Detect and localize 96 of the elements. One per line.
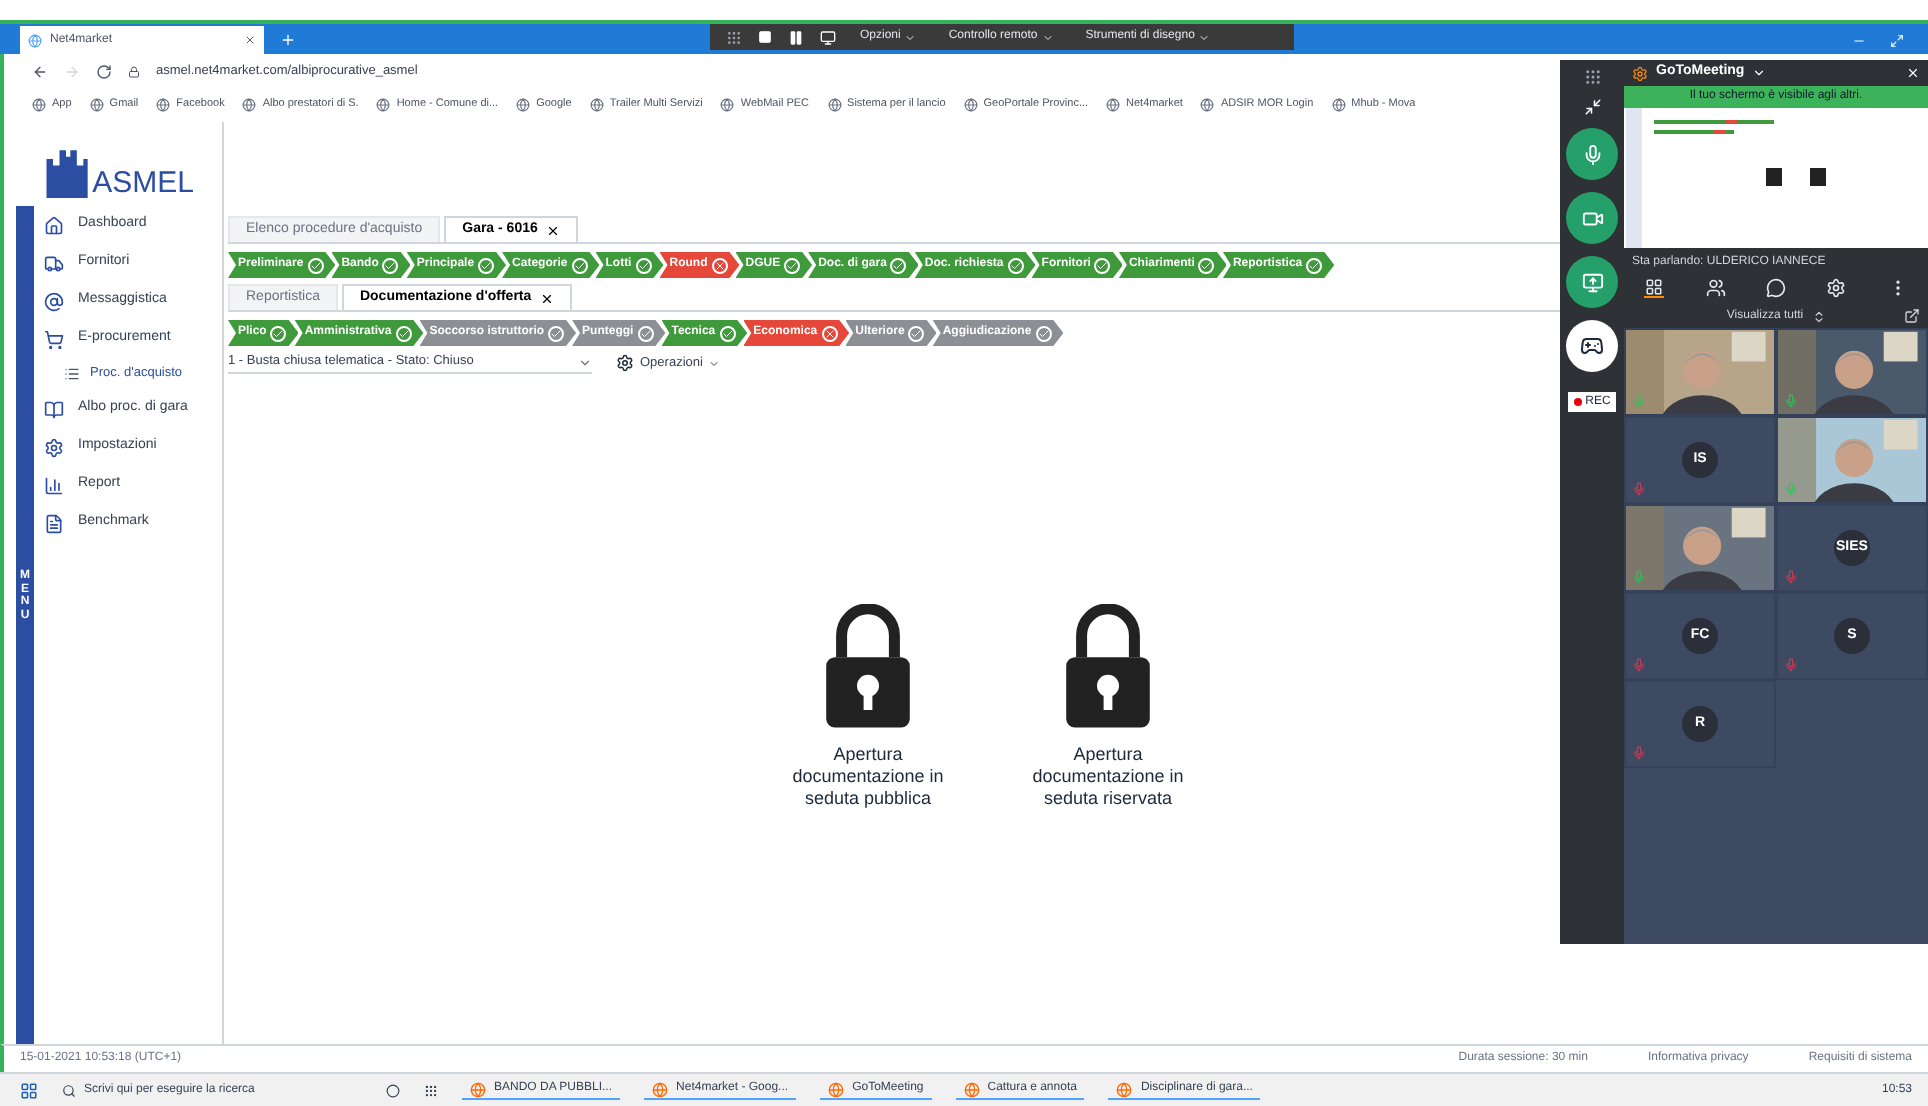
cross-icon <box>821 325 838 341</box>
globe-icon <box>516 98 531 112</box>
forward-icon <box>64 63 80 79</box>
globe-icon <box>242 98 257 112</box>
globe-icon <box>1106 98 1121 112</box>
logo-text: ASMEL <box>92 168 194 198</box>
check-icon <box>784 257 801 273</box>
check-icon <box>395 325 412 341</box>
search-icon <box>62 1083 76 1097</box>
close-icon <box>244 34 256 46</box>
globe-icon <box>156 98 171 112</box>
globe-icon <box>1200 98 1215 112</box>
check-icon <box>1306 257 1323 273</box>
settings-icon <box>1826 278 1847 298</box>
globe-icon <box>376 98 391 112</box>
check-icon <box>382 257 399 273</box>
list-icon <box>64 366 80 382</box>
cross-icon <box>711 257 728 273</box>
padlock-icon[interactable] <box>1064 604 1152 728</box>
globe-icon <box>32 98 46 112</box>
people-icon <box>1705 278 1726 298</box>
reload-icon <box>96 63 112 79</box>
task-view-icon <box>424 1083 438 1097</box>
at-sign-icon <box>44 291 64 311</box>
popout-icon <box>1904 308 1920 324</box>
start-icon <box>20 1081 38 1099</box>
collapse-icon <box>1583 98 1601 116</box>
caret-icon <box>904 31 917 43</box>
padlock-icon[interactable] <box>824 604 912 728</box>
check-icon <box>307 257 324 273</box>
new-tab-icon <box>280 32 296 48</box>
check-icon <box>908 325 925 341</box>
app-icon <box>1116 1081 1133 1097</box>
caret-icon <box>708 357 721 369</box>
lock-caption: Apertura documentazione in seduta pubblica <box>790 744 946 809</box>
close-icon <box>1906 66 1920 80</box>
camera-icon <box>1581 207 1603 229</box>
book-icon <box>44 399 64 419</box>
check-icon <box>571 257 588 273</box>
monitor-icon <box>820 29 836 45</box>
check-icon <box>719 325 736 341</box>
caret-icon <box>1041 31 1054 43</box>
check-icon <box>1094 257 1111 273</box>
grip-icon <box>726 29 742 45</box>
app-icon <box>470 1081 486 1097</box>
check-icon <box>270 325 287 341</box>
back-icon <box>32 63 48 79</box>
pause-icon <box>788 29 804 45</box>
app-icon <box>963 1081 980 1097</box>
close-icon <box>539 291 554 305</box>
globe-icon <box>720 98 735 112</box>
gear-icon <box>616 354 634 372</box>
home-icon <box>44 215 64 235</box>
meeting-control-button[interactable] <box>1566 320 1618 372</box>
document-icon <box>44 513 64 533</box>
check-icon <box>890 257 907 273</box>
grid-view-icon <box>1644 278 1665 298</box>
meeting-control-button[interactable] <box>1566 256 1618 308</box>
caret-icon <box>1198 31 1211 43</box>
screen-share-icon <box>1581 271 1603 293</box>
app-icon <box>828 1081 845 1097</box>
gear-icon <box>44 437 64 457</box>
lock-caption: Apertura documentazione in seduta riservata <box>1030 744 1186 809</box>
globe-icon <box>589 98 604 112</box>
globe-icon <box>827 98 842 112</box>
check-icon <box>635 257 652 273</box>
caret-icon <box>1752 66 1767 80</box>
globe-icon <box>89 98 104 112</box>
sort-icon <box>1811 309 1826 323</box>
mic-icon <box>1581 143 1603 165</box>
truck-icon <box>44 253 64 273</box>
grip-icon <box>1583 68 1601 86</box>
lock-icon <box>128 65 140 77</box>
gamepad-icon <box>1580 334 1604 358</box>
caret-icon <box>578 355 592 369</box>
minimize-icon <box>1852 34 1866 48</box>
meeting-control-button[interactable] <box>1566 192 1618 244</box>
maximize-icon <box>1890 34 1904 48</box>
check-icon <box>1035 325 1052 341</box>
meeting-control-button[interactable] <box>1566 128 1618 180</box>
logo-icon <box>1632 65 1648 81</box>
stop-icon <box>758 30 772 44</box>
castle-logo-icon <box>44 146 89 198</box>
chat-icon <box>1765 278 1786 298</box>
check-icon <box>478 257 495 273</box>
close-icon <box>545 223 560 237</box>
check-icon <box>1198 257 1215 273</box>
cart-icon <box>44 329 64 349</box>
check-icon <box>637 325 654 341</box>
check-icon <box>1007 257 1024 273</box>
app-icon <box>652 1081 669 1097</box>
globe-icon <box>1331 98 1346 112</box>
check-icon <box>548 325 565 341</box>
globe-icon <box>963 98 978 112</box>
site-icon <box>28 33 42 47</box>
bar-chart-icon <box>44 475 64 495</box>
